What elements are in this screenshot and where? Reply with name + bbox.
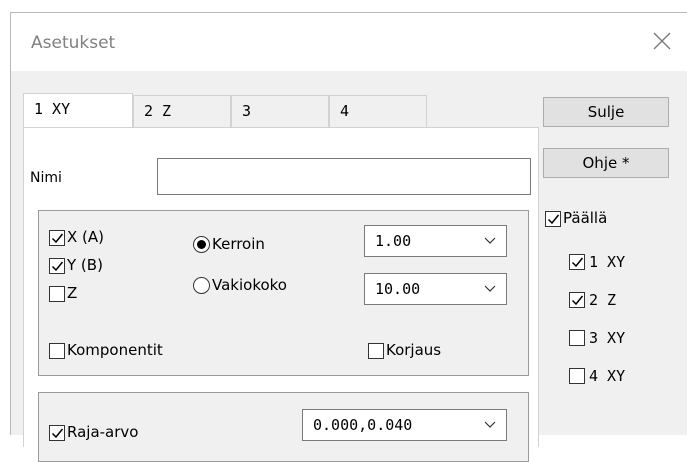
tab-label: 1 XY	[34, 100, 71, 118]
name-label: Nimi	[30, 170, 62, 186]
tab-panel: Nimi X (A) Y (B) Z Kerroin Vakiokoko 1.0…	[23, 127, 539, 462]
enabled-item-4-checkbox[interactable]	[569, 368, 585, 384]
limit-label: Raja-arvo	[67, 423, 139, 441]
fixed-size-radio[interactable]	[193, 277, 210, 294]
factor-radio[interactable]	[193, 236, 210, 253]
limit-group: Raja-arvo 0.000,0.040	[38, 392, 529, 462]
enabled-checkbox[interactable]	[545, 211, 561, 227]
enabled-item-2-label: 2 Z	[589, 291, 617, 309]
chevron-down-icon	[484, 421, 496, 428]
tab-label: 3	[242, 102, 252, 120]
limit-value: 0.000,0.040	[313, 416, 413, 434]
enabled-item-2-checkbox[interactable]	[569, 292, 585, 308]
z-label: Z	[67, 284, 78, 302]
x-label: X (A)	[67, 228, 105, 246]
limit-select[interactable]: 0.000,0.040	[302, 409, 507, 441]
enabled-item-3-label: 3 XY	[589, 329, 626, 347]
y-label: Y (B)	[67, 256, 103, 274]
help-button[interactable]: Ohje *	[543, 148, 669, 178]
components-checkbox[interactable]	[49, 343, 65, 359]
window-title: Asetukset	[31, 33, 116, 53]
factor-label: Kerroin	[212, 235, 265, 253]
z-checkbox[interactable]	[49, 286, 65, 302]
tab-1-xy[interactable]: 1 XY	[23, 93, 133, 127]
correction-label: Korjaus	[386, 341, 442, 359]
enabled-item-4-label: 4 XY	[589, 367, 626, 385]
components-label: Komponentit	[67, 341, 163, 359]
tab-2-z[interactable]: 2 Z	[133, 95, 231, 127]
x-checkbox[interactable]	[49, 230, 65, 246]
enabled-item-1-checkbox[interactable]	[569, 254, 585, 270]
y-checkbox[interactable]	[49, 258, 65, 274]
fixed-size-label: Vakiokoko	[212, 276, 287, 294]
fixed-size-value: 10.00	[375, 280, 421, 298]
tab-4[interactable]: 4	[329, 95, 427, 127]
close-icon[interactable]	[651, 30, 673, 52]
title-bar: Asetukset	[11, 13, 687, 71]
tab-label: 2 Z	[144, 102, 172, 120]
close-button[interactable]: Sulje	[543, 97, 669, 127]
enabled-label: Päällä	[563, 209, 608, 227]
enabled-item-3-checkbox[interactable]	[569, 330, 585, 346]
settings-dialog: Asetukset 1 XY 2 Z 3 4 Nimi X (A) Y (B)	[10, 12, 687, 462]
display-options-group: X (A) Y (B) Z Kerroin Vakiokoko 1.00 10.…	[38, 210, 529, 376]
tab-label: 4	[340, 102, 350, 120]
tab-3[interactable]: 3	[231, 95, 329, 127]
limit-checkbox[interactable]	[49, 425, 65, 441]
chevron-down-icon	[484, 237, 496, 244]
enabled-item-1-label: 1 XY	[589, 253, 626, 271]
factor-value: 1.00	[375, 232, 412, 250]
name-input[interactable]	[157, 158, 531, 195]
fixed-size-select[interactable]: 10.00	[364, 273, 507, 305]
factor-select[interactable]: 1.00	[364, 225, 507, 257]
correction-checkbox[interactable]	[368, 343, 384, 359]
chevron-down-icon	[484, 285, 496, 292]
